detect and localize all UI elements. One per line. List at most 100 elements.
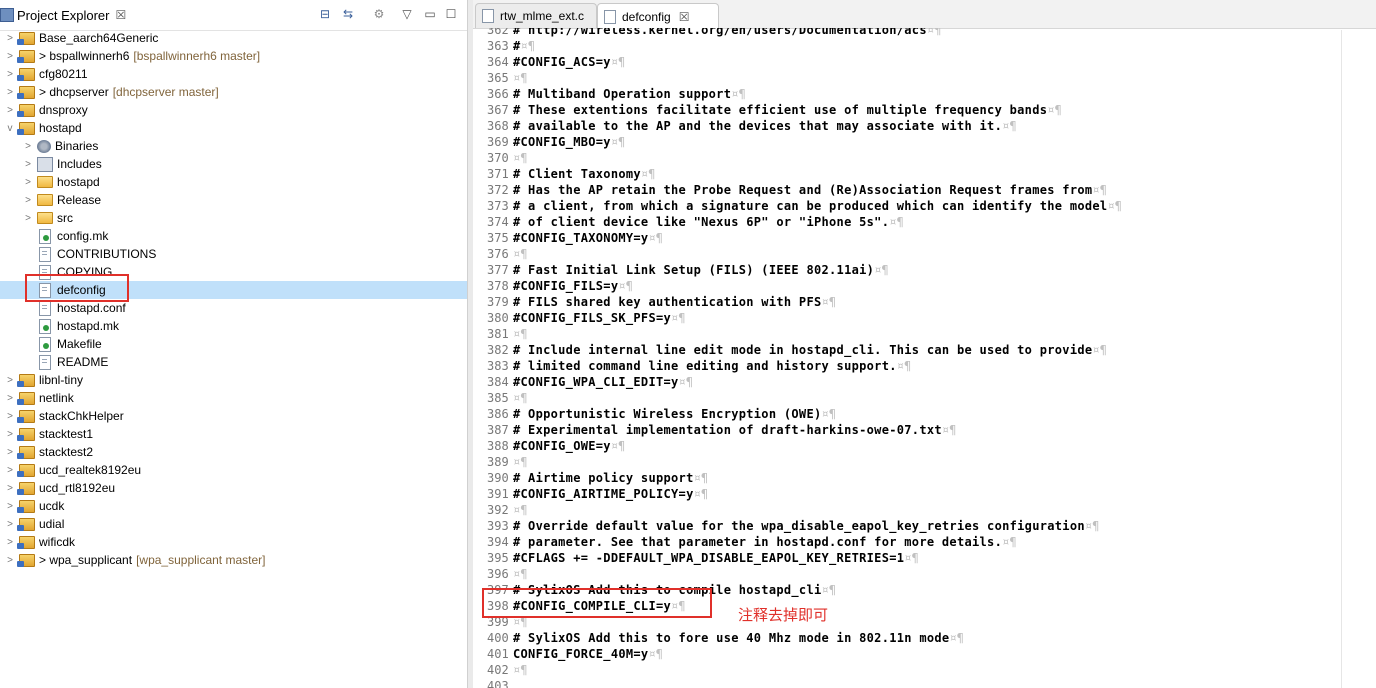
- chevron-right-icon[interactable]: >: [4, 483, 16, 494]
- chevron-right-icon[interactable]: >: [22, 195, 34, 206]
- tree-item[interactable]: hostapd.mk: [0, 317, 467, 335]
- chevron-right-icon[interactable]: >: [4, 69, 16, 80]
- code-line[interactable]: 394 # parameter. See that parameter in ho…: [473, 534, 1017, 550]
- code-line[interactable]: 385 ¤¶: [473, 390, 527, 406]
- code-line[interactable]: 376 ¤¶: [473, 246, 527, 262]
- code-line[interactable]: 371 # Client Taxonomy ¤¶: [473, 166, 655, 182]
- tree-item[interactable]: > Release: [0, 191, 467, 209]
- code-line[interactable]: 402 ¤¶: [473, 662, 527, 678]
- filters-icon[interactable]: ⚙: [372, 7, 386, 21]
- tree-item[interactable]: > stacktest2: [0, 443, 467, 461]
- code-line[interactable]: 400 # SylixOS Add this to fore use 40 Mhz…: [473, 630, 964, 646]
- tree-item[interactable]: v hostapd: [0, 119, 467, 137]
- chevron-right-icon[interactable]: >: [4, 429, 16, 440]
- tree-item[interactable]: > > bspallwinnerh6 [bspallwinnerh6 master]: [0, 47, 467, 65]
- tree-item[interactable]: > cfg80211: [0, 65, 467, 83]
- tree-item[interactable]: > ucdk: [0, 497, 467, 515]
- code-line[interactable]: 387 # Experimental implementation of draf…: [473, 422, 956, 438]
- code-line[interactable]: 372 # Has the AP retain the Probe Request…: [473, 182, 1107, 198]
- code-line[interactable]: 373 # a client, from which a signature ca…: [473, 198, 1122, 214]
- tree-item[interactable]: > libnl-tiny: [0, 371, 467, 389]
- chevron-right-icon[interactable]: >: [4, 105, 16, 116]
- close-icon[interactable]: ☒: [115, 8, 126, 22]
- tree-item[interactable]: > stacktest1: [0, 425, 467, 443]
- project-explorer-tab[interactable]: Project Explorer ☒: [0, 4, 126, 26]
- code-line[interactable]: 362 # http://wireless.kernel.org/en/users…: [473, 28, 941, 38]
- chevron-down-icon[interactable]: v: [4, 123, 16, 134]
- code-line[interactable]: 391 #CONFIG_AIRTIME_POLICY=y ¤¶: [473, 486, 708, 502]
- chevron-right-icon[interactable]: >: [22, 177, 34, 188]
- chevron-right-icon[interactable]: >: [22, 213, 34, 224]
- chevron-right-icon[interactable]: >: [22, 141, 34, 152]
- chevron-right-icon[interactable]: >: [22, 159, 34, 170]
- chevron-right-icon[interactable]: >: [4, 537, 16, 548]
- tree-item[interactable]: config.mk: [0, 227, 467, 245]
- tree-item[interactable]: > udial: [0, 515, 467, 533]
- code-line[interactable]: 370 ¤¶: [473, 150, 527, 166]
- tree-item[interactable]: > hostapd: [0, 173, 467, 191]
- code-line[interactable]: 367 # These extentions facilitate efficie…: [473, 102, 1062, 118]
- code-line[interactable]: 378 #CONFIG_FILS=y ¤¶: [473, 278, 633, 294]
- tree-item[interactable]: README: [0, 353, 467, 371]
- tree-item[interactable]: > wificdk: [0, 533, 467, 551]
- code-line[interactable]: 368 # available to the AP and the devices…: [473, 118, 1017, 134]
- tab-rtw-mlme-ext-c[interactable]: rtw_mlme_ext.c: [475, 3, 597, 28]
- chevron-right-icon[interactable]: >: [4, 51, 16, 62]
- tab-defconfig[interactable]: defconfig ☒: [597, 3, 719, 29]
- tree-item[interactable]: > Base_aarch64Generic: [0, 29, 467, 47]
- line-number: 384: [487, 375, 509, 389]
- code-line[interactable]: 396 ¤¶: [473, 566, 527, 582]
- code-line[interactable]: 382 # Include internal line edit mode in …: [473, 342, 1107, 358]
- code-line[interactable]: 390 # Airtime policy support ¤¶: [473, 470, 708, 486]
- code-line[interactable]: 393 # Override default value for the wpa_…: [473, 518, 1099, 534]
- code-line[interactable]: 383 # limited command line editing and hi…: [473, 358, 911, 374]
- close-icon[interactable]: ☒: [679, 10, 690, 24]
- code-line[interactable]: 379 # FILS shared key authentication with…: [473, 294, 836, 310]
- code-line[interactable]: 375 #CONFIG_TAXONOMY=y ¤¶: [473, 230, 663, 246]
- code-line[interactable]: 381 ¤¶: [473, 326, 527, 342]
- code-line[interactable]: 377 # Fast Initial Link Setup (FILS) (IEE…: [473, 262, 889, 278]
- tree-item[interactable]: Makefile: [0, 335, 467, 353]
- view-menu-icon[interactable]: ▽: [400, 7, 414, 21]
- chevron-right-icon[interactable]: >: [4, 447, 16, 458]
- tree-item[interactable]: > Binaries: [0, 137, 467, 155]
- code-line[interactable]: 384 #CONFIG_WPA_CLI_EDIT=y ¤¶: [473, 374, 693, 390]
- code-line[interactable]: 388 #CONFIG_OWE=y ¤¶: [473, 438, 625, 454]
- chevron-right-icon[interactable]: >: [4, 87, 16, 98]
- code-line[interactable]: 374 # of client device like "Nexus 6P" or…: [473, 214, 904, 230]
- tree-item[interactable]: > Includes: [0, 155, 467, 173]
- code-line[interactable]: 389 ¤¶: [473, 454, 527, 470]
- code-line[interactable]: 403: [473, 678, 513, 688]
- code-line[interactable]: 386 # Opportunistic Wireless Encryption (…: [473, 406, 836, 422]
- chevron-right-icon[interactable]: >: [4, 411, 16, 422]
- code-line[interactable]: 401 CONFIG_FORCE_40M=y ¤¶: [473, 646, 663, 662]
- code-line[interactable]: 395 #CFLAGS += -DDEFAULT_WPA_DISABLE_EAPO…: [473, 550, 919, 566]
- link-with-editor-icon[interactable]: ⇆: [341, 7, 355, 21]
- chevron-right-icon[interactable]: >: [4, 519, 16, 530]
- maximize-icon[interactable]: ☐: [444, 7, 458, 21]
- chevron-right-icon[interactable]: >: [4, 375, 16, 386]
- code-line[interactable]: 369 #CONFIG_MBO=y ¤¶: [473, 134, 625, 150]
- tree-item[interactable]: > dnsproxy: [0, 101, 467, 119]
- minimize-icon[interactable]: ▭: [423, 7, 437, 21]
- code-line[interactable]: 363 # ¤¶: [473, 38, 535, 54]
- tree-item[interactable]: > ucd_realtek8192eu: [0, 461, 467, 479]
- tree-item[interactable]: > > dhcpserver [dhcpserver master]: [0, 83, 467, 101]
- tree-item[interactable]: > ucd_rtl8192eu: [0, 479, 467, 497]
- code-line[interactable]: 365 ¤¶: [473, 70, 527, 86]
- tree-item[interactable]: > stackChkHelper: [0, 407, 467, 425]
- tree-item[interactable]: > > wpa_supplicant [wpa_supplicant master]: [0, 551, 467, 569]
- code-line[interactable]: 380 #CONFIG_FILS_SK_PFS=y ¤¶: [473, 310, 685, 326]
- tree-item[interactable]: CONTRIBUTIONS: [0, 245, 467, 263]
- tree-item[interactable]: > src: [0, 209, 467, 227]
- chevron-right-icon[interactable]: >: [4, 393, 16, 404]
- code-line[interactable]: 392 ¤¶: [473, 502, 527, 518]
- chevron-right-icon[interactable]: >: [4, 501, 16, 512]
- collapse-all-icon[interactable]: ⊟: [318, 7, 332, 21]
- tree-item[interactable]: > netlink: [0, 389, 467, 407]
- chevron-right-icon[interactable]: >: [4, 555, 16, 566]
- chevron-right-icon[interactable]: >: [4, 33, 16, 44]
- code-line[interactable]: 366 # Multiband Operation support ¤¶: [473, 86, 746, 102]
- chevron-right-icon[interactable]: >: [4, 465, 16, 476]
- code-line[interactable]: 364 #CONFIG_ACS=y ¤¶: [473, 54, 625, 70]
